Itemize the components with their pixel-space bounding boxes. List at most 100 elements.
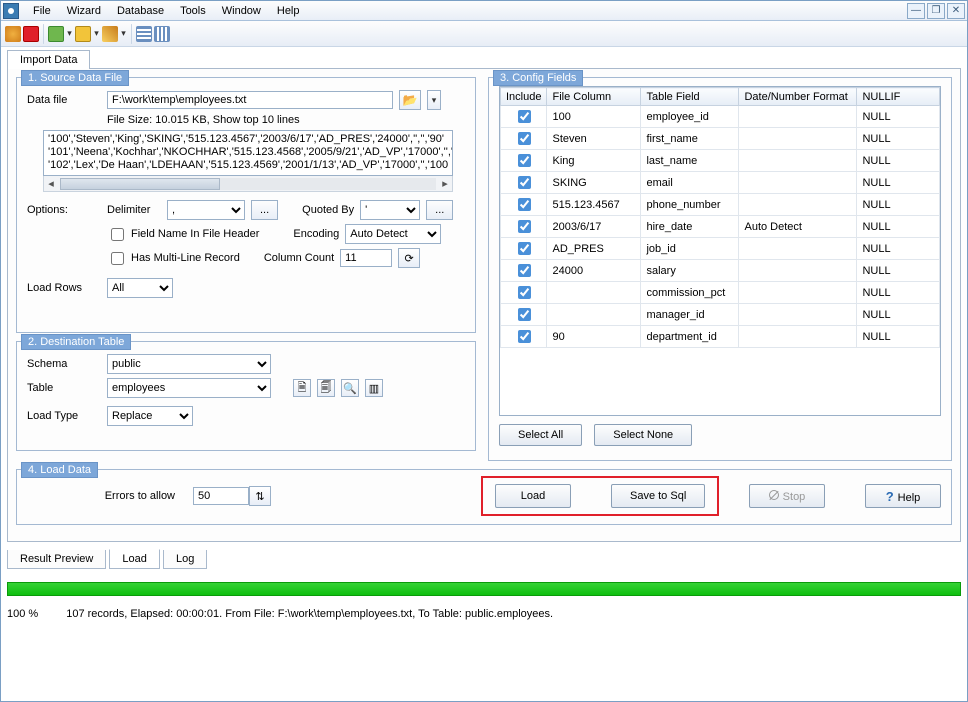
table-icon-1[interactable]: 🗎 <box>293 379 311 397</box>
col-nullif[interactable]: NULLIF <box>857 88 940 106</box>
status-bar: 100 % 107 records, Elapsed: 00:00:01. Fr… <box>7 608 961 620</box>
tb-icon-6[interactable] <box>136 26 152 42</box>
table-row[interactable]: Kinglast_nameNULL <box>501 150 940 172</box>
table-row[interactable]: SKINGemailNULL <box>501 172 940 194</box>
help-button[interactable]: ?Help <box>865 484 941 508</box>
table-row[interactable]: manager_idNULL <box>501 304 940 326</box>
help-icon: ? <box>886 489 894 504</box>
select-none-button[interactable]: Select None <box>594 424 692 446</box>
cell-file-column: 515.123.4567 <box>547 194 641 216</box>
include-checkbox[interactable] <box>518 132 531 145</box>
label-multi-line: Has Multi-Line Record <box>131 252 240 264</box>
encoding-select[interactable]: Auto Detect <box>345 224 441 244</box>
separator <box>43 24 44 44</box>
file-preview: '100','Steven','King','SKING','515.123.4… <box>43 130 453 176</box>
tb-icon-7[interactable] <box>154 26 170 42</box>
menu-window[interactable]: Window <box>214 3 269 19</box>
cell-nullif: NULL <box>857 326 940 348</box>
include-checkbox[interactable] <box>518 176 531 189</box>
maximize-button[interactable]: ❐ <box>927 3 945 19</box>
cell-nullif: NULL <box>857 216 940 238</box>
data-file-input[interactable] <box>107 91 393 109</box>
tb-dropdown-4[interactable] <box>93 26 100 42</box>
delimiter-more-button[interactable]: ... <box>251 200 278 220</box>
tab-result-preview[interactable]: Result Preview <box>7 550 106 569</box>
include-checkbox[interactable] <box>518 264 531 277</box>
app-icon <box>3 3 19 19</box>
cell-nullif: NULL <box>857 106 940 128</box>
delimiter-select[interactable]: , <box>167 200 245 220</box>
menu-help[interactable]: Help <box>269 3 308 19</box>
column-count-refresh-button[interactable]: ⟳ <box>398 248 420 268</box>
schema-select[interactable]: public <box>107 354 271 374</box>
select-all-button[interactable]: Select All <box>499 424 582 446</box>
quoted-by-more-button[interactable]: ... <box>426 200 453 220</box>
cell-nullif: NULL <box>857 260 940 282</box>
save-to-sql-button[interactable]: Save to Sql <box>611 484 705 508</box>
table-row[interactable]: AD_PRESjob_idNULL <box>501 238 940 260</box>
include-checkbox[interactable] <box>518 110 531 123</box>
column-count-input[interactable] <box>340 249 392 267</box>
tab-load[interactable]: Load <box>109 549 159 569</box>
cell-format <box>739 238 857 260</box>
tb-dropdown-5[interactable] <box>120 26 127 42</box>
menu-file[interactable]: File <box>25 3 59 19</box>
label-errors-to-allow: Errors to allow <box>27 490 193 502</box>
menu-tools[interactable]: Tools <box>172 3 214 19</box>
tab-import-data[interactable]: Import Data <box>7 50 90 69</box>
multi-line-checkbox[interactable] <box>111 252 124 265</box>
tb-icon-1[interactable] <box>5 26 21 42</box>
table-row[interactable]: commission_pctNULL <box>501 282 940 304</box>
table-row[interactable]: Stevenfirst_nameNULL <box>501 128 940 150</box>
col-include[interactable]: Include <box>501 88 547 106</box>
close-button[interactable]: ✕ <box>947 3 965 19</box>
errors-spinner[interactable]: ⇅ <box>249 486 271 506</box>
cell-format: Auto Detect <box>739 216 857 238</box>
minimize-button[interactable]: — <box>907 3 925 19</box>
include-checkbox[interactable] <box>518 308 531 321</box>
browse-button[interactable] <box>399 90 421 110</box>
include-checkbox[interactable] <box>518 154 531 167</box>
load-button[interactable]: Load <box>495 484 571 508</box>
table-row[interactable]: 24000salaryNULL <box>501 260 940 282</box>
errors-to-allow-input[interactable] <box>193 487 249 505</box>
cell-table-field: commission_pct <box>641 282 739 304</box>
tb-icon-2[interactable] <box>23 26 39 42</box>
include-checkbox[interactable] <box>518 286 531 299</box>
legend-load: 4. Load Data <box>21 462 98 478</box>
table-icon-3[interactable]: 🔍 <box>341 379 359 397</box>
field-name-header-checkbox[interactable] <box>111 228 124 241</box>
include-checkbox[interactable] <box>518 220 531 233</box>
data-file-dropdown[interactable] <box>427 90 441 110</box>
cell-table-field: job_id <box>641 238 739 260</box>
include-checkbox[interactable] <box>518 242 531 255</box>
menu-database[interactable]: Database <box>109 3 172 19</box>
tab-log[interactable]: Log <box>163 550 207 569</box>
cell-table-field: manager_id <box>641 304 739 326</box>
col-table-field[interactable]: Table Field <box>641 88 739 106</box>
table-row[interactable]: 100employee_idNULL <box>501 106 940 128</box>
menu-wizard[interactable]: Wizard <box>59 3 109 19</box>
table-row[interactable]: 2003/6/17hire_dateAuto DetectNULL <box>501 216 940 238</box>
cell-format <box>739 194 857 216</box>
cell-file-column: 100 <box>547 106 641 128</box>
table-select[interactable]: employees <box>107 378 271 398</box>
col-format[interactable]: Date/Number Format <box>739 88 857 106</box>
table-row[interactable]: 515.123.4567phone_numberNULL <box>501 194 940 216</box>
load-type-select[interactable]: Replace <box>107 406 193 426</box>
tb-icon-4[interactable] <box>75 26 91 42</box>
include-checkbox[interactable] <box>518 198 531 211</box>
quoted-by-select[interactable]: ' <box>360 200 420 220</box>
tb-dropdown-3[interactable] <box>66 26 73 42</box>
tb-icon-5[interactable] <box>102 26 118 42</box>
table-icon-4[interactable]: ▥ <box>365 379 383 397</box>
stop-button: Stop <box>749 484 825 508</box>
preview-scrollbar[interactable]: ◂▸ <box>43 176 453 192</box>
tb-icon-3[interactable] <box>48 26 64 42</box>
cell-table-field: department_id <box>641 326 739 348</box>
include-checkbox[interactable] <box>518 330 531 343</box>
table-icon-2[interactable]: 🗐 <box>317 379 335 397</box>
table-row[interactable]: 90department_idNULL <box>501 326 940 348</box>
load-rows-select[interactable]: All <box>107 278 173 298</box>
col-file-column[interactable]: File Column <box>547 88 641 106</box>
